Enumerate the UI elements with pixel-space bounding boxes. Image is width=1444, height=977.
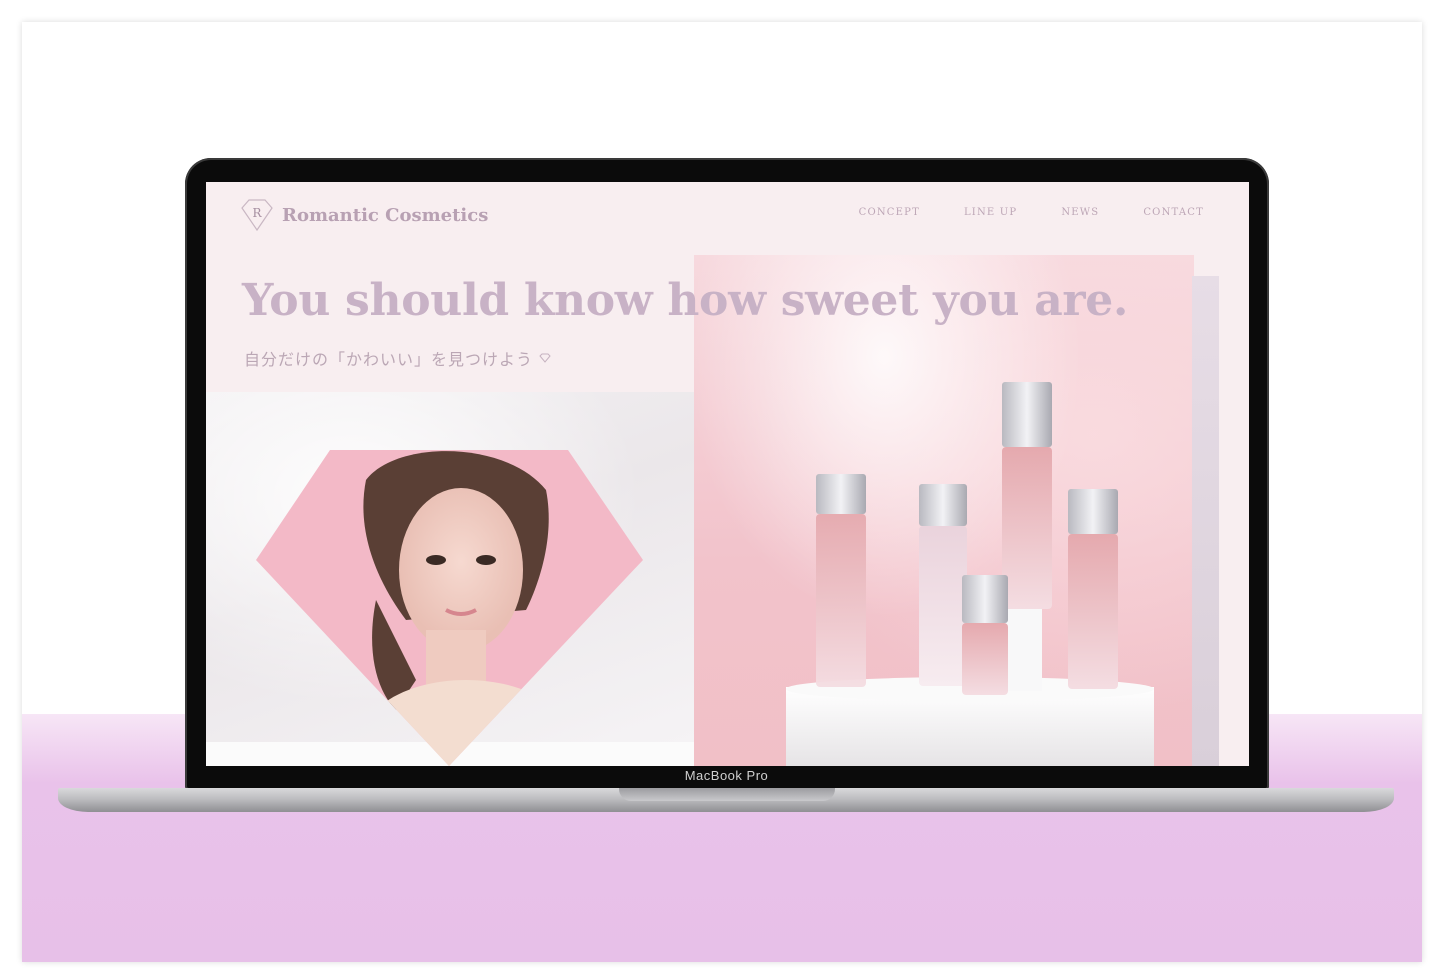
brand-logo[interactable]: R Romantic Cosmetics (240, 198, 488, 232)
mockup-frame: R Romantic Cosmetics CONCEPT LINE UP NEW… (22, 22, 1422, 962)
laptop-screen: R Romantic Cosmetics CONCEPT LINE UP NEW… (206, 182, 1249, 766)
nav-concept[interactable]: CONCEPT (859, 207, 920, 218)
product-bottles-image (786, 382, 1154, 766)
svg-text:R: R (252, 206, 262, 220)
diamond-logo-icon: R (241, 199, 273, 232)
hero-headline: You should know how sweet you are. (242, 275, 1128, 326)
laptop-model-label: MacBook Pro (684, 768, 769, 783)
diamond-small-icon (539, 353, 551, 363)
nav-line-up[interactable]: LINE UP (964, 207, 1017, 218)
model-portrait-image (256, 450, 643, 766)
subheadline-text: 自分だけの「かわいい」を見つけよう (244, 350, 534, 369)
side-strip (1192, 276, 1219, 766)
main-nav: CONCEPT LINE UP NEWS CONTACT (859, 207, 1204, 218)
hero-subheadline: 自分だけの「かわいい」を見つけよう (244, 346, 551, 370)
nav-contact[interactable]: CONTACT (1143, 207, 1204, 218)
nav-news[interactable]: NEWS (1061, 207, 1099, 218)
laptop-notch (619, 788, 835, 801)
brand-name: Romantic Cosmetics (282, 204, 489, 226)
